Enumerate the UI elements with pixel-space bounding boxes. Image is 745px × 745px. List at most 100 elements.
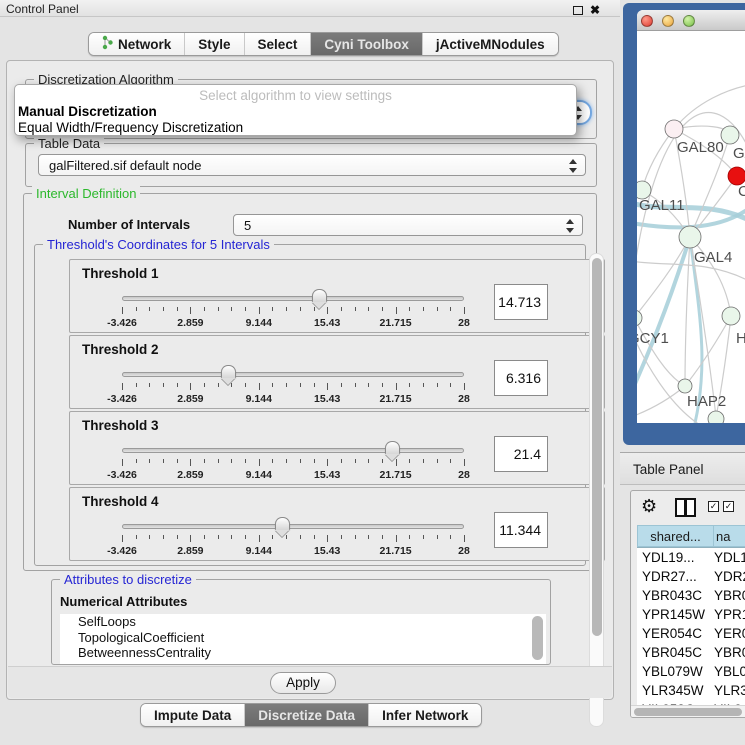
node-label: GCY1 — [637, 330, 669, 347]
node-label: H — [736, 330, 745, 347]
table-cell: YLR3 — [714, 681, 745, 700]
interval-definition-group-title: Interval Definition — [32, 186, 140, 201]
slider-ticks — [122, 307, 464, 315]
table-panel-titlebar: Table Panel — [620, 452, 745, 485]
network-node[interactable] — [679, 226, 701, 248]
table-data-combobox[interactable]: galFiltered.sif default node — [38, 154, 586, 176]
node-label: GAL11 — [639, 197, 685, 214]
tab-discretize-data[interactable]: Discretize Data — [245, 704, 369, 726]
algorithm-dropdown-popup: Select algorithm to view settings Manual… — [14, 84, 577, 136]
attribute-list-item[interactable]: BetweennessCentrality — [60, 645, 546, 661]
tab-jactivemnodules[interactable]: jActiveMNodules — [423, 33, 558, 55]
network-window: GAL80GAL11GAL4GCY1HAP2GACH — [637, 10, 745, 423]
threshold-slider-thumb[interactable] — [385, 441, 400, 454]
table-row[interactable]: YBR045CYBR0 — [637, 643, 745, 662]
node-table[interactable]: shared...na YDL19...YDL1YDR27...YDR2YBR0… — [637, 525, 745, 705]
columns-icon[interactable] — [675, 498, 696, 517]
threshold-slider-thumb[interactable] — [275, 517, 290, 530]
table-cell: YDL19... — [637, 548, 714, 567]
table-row[interactable]: YER054CYER0 — [637, 624, 745, 643]
tab-select[interactable]: Select — [245, 33, 312, 55]
network-canvas[interactable]: GAL80GAL11GAL4GCY1HAP2GACH — [637, 31, 745, 423]
slider-tick-label: 15.43 — [295, 469, 359, 481]
tab-network[interactable]: Network — [89, 33, 185, 55]
num-intervals-combobox[interactable]: 5 — [233, 214, 583, 236]
threshold-slider-thumb[interactable] — [221, 365, 236, 378]
table-panel: ⚙ ✓ ✓ shared...na YDL19...YDL1YDR27...YD… — [630, 490, 745, 718]
tab-label: Discretize Data — [258, 708, 355, 723]
node-label: GA — [733, 145, 745, 162]
threshold-value-field[interactable]: 6.316 — [494, 360, 548, 396]
tab-infer-network[interactable]: Infer Network — [369, 704, 481, 726]
threshold-panel: Threshold 1-3.4262.8599.14415.4321.71528… — [69, 259, 605, 333]
network-node[interactable] — [678, 379, 692, 393]
numerical-attributes-list[interactable]: SelfLoopsTopologicalCoefficientBetweenne… — [60, 614, 546, 664]
slider-tick-label: 28 — [432, 545, 496, 557]
tab-impute-data[interactable]: Impute Data — [141, 704, 245, 726]
threshold-value-field[interactable]: 11.344 — [494, 512, 548, 548]
num-intervals-label: Number of Intervals — [68, 217, 190, 232]
table-row[interactable]: YDL19...YDL1 — [637, 548, 745, 567]
algorithm-dropdown-hint: Select algorithm to view settings — [15, 88, 576, 103]
num-intervals-value: 5 — [244, 218, 251, 233]
cyni-mode-tabbar: Impute Data Discretize Data Infer Network — [140, 703, 482, 727]
slider-tick-label: 21.715 — [364, 545, 428, 557]
threshold-slider-track[interactable] — [122, 524, 464, 529]
table-horizontal-scrollbar[interactable] — [631, 705, 745, 717]
slider-ticks — [122, 383, 464, 391]
table-cell: YDL1 — [714, 548, 745, 567]
table-cell: YER0 — [714, 624, 745, 643]
slider-tick-label: 2.859 — [158, 469, 222, 481]
tab-label: Impute Data — [154, 708, 231, 723]
close-panel-icon[interactable]: ✖ — [590, 3, 600, 17]
threshold-slider-track[interactable] — [122, 448, 464, 453]
table-row[interactable]: YPR145WYPR1 — [637, 605, 745, 624]
network-node[interactable] — [708, 411, 724, 423]
network-window-frame[interactable]: GAL80GAL11GAL4GCY1HAP2GACH — [623, 3, 745, 445]
tab-cyni-toolbox[interactable]: Cyni Toolbox — [311, 33, 423, 55]
tab-label: Cyni Toolbox — [324, 37, 409, 52]
slider-tick-label: 21.715 — [364, 469, 428, 481]
table-column-header[interactable]: na — [714, 525, 745, 547]
threshold-slider-track[interactable] — [122, 296, 464, 301]
minimize-window-icon[interactable] — [662, 15, 674, 27]
checkbox-icon[interactable]: ✓ — [708, 501, 719, 512]
apply-button[interactable]: Apply — [270, 672, 336, 694]
control-panel-tabbar: NetworkStyleSelect Cyni Toolbox jActiveMNo… — [88, 32, 559, 56]
thresholds-group: Threshold's Coordinates for 5 Intervals … — [34, 244, 586, 566]
network-graph: GAL80GAL11GAL4GCY1HAP2GACH — [637, 31, 745, 423]
table-cell: YBR0 — [714, 643, 745, 662]
threshold-value-field[interactable]: 14.713 — [494, 284, 548, 320]
threshold-slider-track[interactable] — [122, 372, 464, 377]
table-column-header[interactable]: shared... — [637, 525, 714, 547]
slider-tick-label: 9.144 — [227, 393, 291, 405]
panel-vertical-scrollbar[interactable] — [589, 253, 604, 727]
gear-icon[interactable]: ⚙ — [641, 496, 657, 517]
threshold-label: Threshold 3 — [82, 418, 159, 433]
attributes-list-scrollbar[interactable] — [532, 616, 543, 660]
tab-style[interactable]: Style — [185, 33, 244, 55]
cyni-toolbox-panel: Discretization Algorithm Table Data galF… — [6, 60, 614, 700]
table-cell: YBR043C — [637, 586, 714, 605]
network-node[interactable] — [665, 120, 683, 138]
threshold-value-field[interactable]: 21.4 — [494, 436, 548, 472]
float-panel-icon[interactable] — [573, 6, 583, 15]
threshold-slider-thumb[interactable] — [312, 289, 327, 302]
algorithm-option[interactable]: Equal Width/Frequency Discretization — [18, 120, 243, 135]
attribute-list-item[interactable]: TopologicalCoefficient — [60, 630, 546, 646]
checkbox-icon[interactable]: ✓ — [723, 501, 734, 512]
zoom-window-icon[interactable] — [683, 15, 695, 27]
table-row[interactable]: YBL079WYBL0 — [637, 662, 745, 681]
table-cell: YPR1 — [714, 605, 745, 624]
table-row[interactable]: YBR043CYBR0 — [637, 586, 745, 605]
slider-tick-label: 15.43 — [295, 317, 359, 329]
node-label: HAP2 — [687, 393, 726, 410]
algorithm-option[interactable]: Manual Discretization — [18, 104, 157, 119]
table-row[interactable]: YLR345WYLR3 — [637, 681, 745, 700]
attribute-list-item[interactable]: SelfLoops — [60, 614, 546, 630]
combo-arrows-icon — [566, 219, 575, 233]
table-row[interactable]: YDR27...YDR2 — [637, 567, 745, 586]
close-window-icon[interactable] — [641, 15, 653, 27]
network-node[interactable] — [722, 307, 740, 325]
network-node[interactable] — [637, 310, 642, 326]
